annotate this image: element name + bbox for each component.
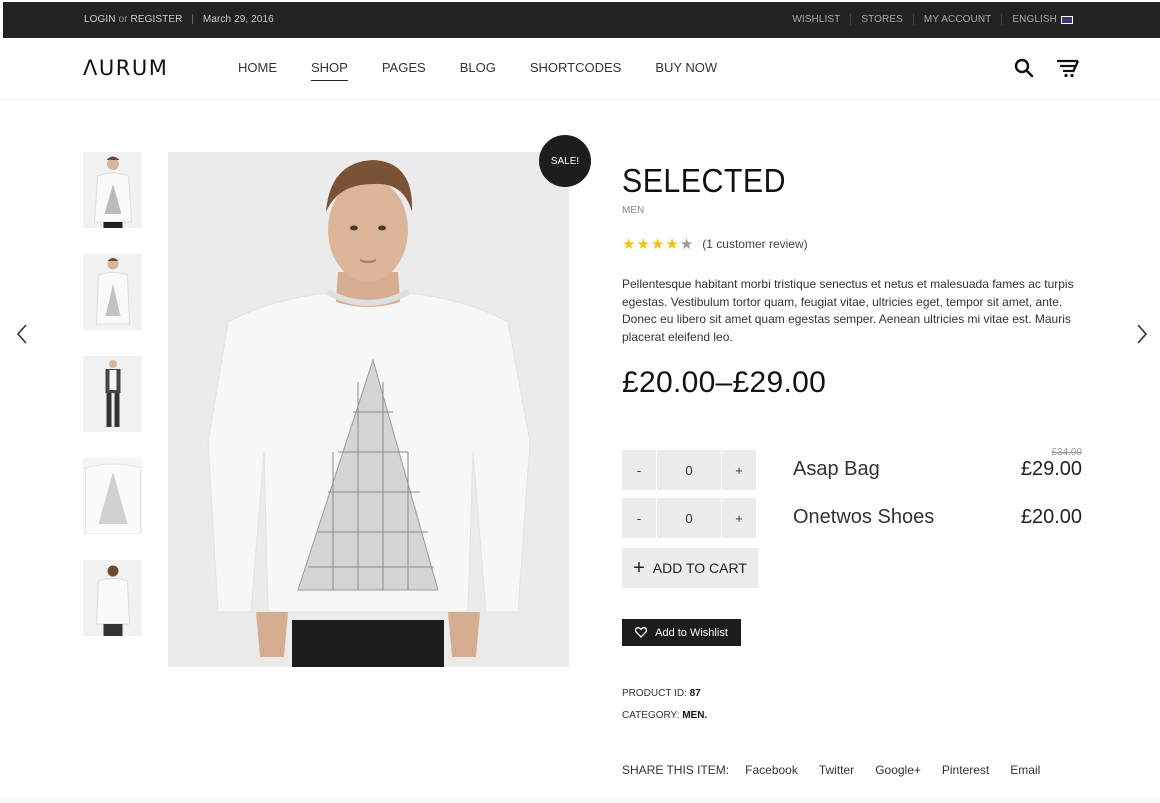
- previous-product-arrow-icon[interactable]: [14, 322, 30, 346]
- add-to-cart-label: ADD TO CART: [652, 560, 747, 576]
- add-to-cart-button[interactable]: + ADD TO CART: [622, 548, 758, 588]
- quantity-input[interactable]: 0: [656, 498, 722, 538]
- uk-flag-icon: [1061, 15, 1073, 24]
- top-bar: LOGIN or REGISTER | March 29, 2016 WISHL…: [3, 2, 1160, 38]
- star-filled-icon: ★: [665, 236, 680, 253]
- quantity-decrease-button[interactable]: -: [622, 498, 656, 538]
- product-id-row: PRODUCT ID: 87: [622, 683, 707, 705]
- product-id-value: 87: [689, 688, 701, 699]
- register-link[interactable]: REGISTER: [131, 14, 183, 25]
- quantity-stepper: - 0 +: [622, 498, 756, 538]
- review-count-link[interactable]: (1 customer review): [702, 237, 807, 251]
- nav-home[interactable]: HOME: [238, 60, 277, 75]
- main-product-image[interactable]: [168, 152, 569, 667]
- nav-shop[interactable]: SHOP: [311, 60, 348, 81]
- page-bottom-fade: [0, 797, 1160, 803]
- product-thumbnail[interactable]: [83, 560, 142, 636]
- site-header: ΛURUM HOME SHOP PAGES BLOG SHORTCODES BU…: [0, 38, 1160, 100]
- nav-blog[interactable]: BLOG: [460, 60, 496, 75]
- star-filled-icon: ★: [622, 236, 637, 253]
- sale-badge: SALE!: [539, 135, 591, 187]
- share-bar: SHARE THIS ITEM: Facebook Twitter Google…: [622, 763, 1061, 777]
- wishlist-link[interactable]: WISHLIST: [782, 14, 850, 25]
- product-meta: PRODUCT ID: 87 CATEGORY: MEN.: [622, 683, 707, 727]
- cart-icon[interactable]: [1056, 58, 1080, 78]
- thumbnail-list: [83, 152, 142, 662]
- quantity-increase-button[interactable]: +: [722, 498, 756, 538]
- nav-pages[interactable]: PAGES: [382, 60, 426, 75]
- current-price: £29.00: [1020, 458, 1082, 480]
- product-description: Pellentesque habitant morbi tristique se…: [622, 277, 1074, 344]
- login-link[interactable]: LOGIN: [84, 14, 116, 25]
- top-bar-left: LOGIN or REGISTER | March 29, 2016: [84, 14, 274, 25]
- nav-shortcodes[interactable]: SHORTCODES: [530, 60, 622, 75]
- add-to-wishlist-button[interactable]: Add to Wishlist: [622, 619, 741, 646]
- thumbnail-image: [83, 560, 142, 636]
- model-photo: [168, 152, 569, 667]
- category-link[interactable]: MEN.: [682, 710, 707, 721]
- grouped-product-row: - 0 + Onetwos Shoes £20.00: [622, 498, 1082, 538]
- share-facebook-link[interactable]: Facebook: [745, 763, 798, 777]
- current-date: March 29, 2016: [202, 14, 274, 25]
- thumbnail-image: [83, 152, 142, 228]
- star-empty-icon: ★: [679, 236, 695, 253]
- rating-stars: ★★★★★: [622, 235, 694, 253]
- main-nav: HOME SHOP PAGES BLOG SHORTCODES BUY NOW: [238, 60, 751, 81]
- search-icon[interactable]: [1014, 58, 1034, 78]
- share-googleplus-link[interactable]: Google+: [875, 763, 921, 777]
- site-logo[interactable]: ΛURUM: [83, 56, 168, 80]
- share-pinterest-link[interactable]: Pinterest: [942, 763, 989, 777]
- nav-buy-now[interactable]: BUY NOW: [655, 60, 717, 75]
- top-bar-links: WISHLIST STORES MY ACCOUNT ENGLISH: [782, 14, 1083, 25]
- quantity-increase-button[interactable]: +: [722, 450, 756, 490]
- thumbnail-image: [83, 458, 142, 534]
- my-account-link[interactable]: MY ACCOUNT: [912, 14, 1002, 25]
- price-range: £20.00–£29.00: [622, 366, 827, 399]
- stores-link[interactable]: STORES: [850, 14, 913, 25]
- grouped-product-name[interactable]: Onetwos Shoes: [793, 506, 934, 529]
- share-twitter-link[interactable]: Twitter: [819, 763, 854, 777]
- product-thumbnail[interactable]: [83, 254, 142, 330]
- product-thumbnail[interactable]: [83, 356, 142, 432]
- product-title: SELECTED: [622, 162, 786, 199]
- product-category-tag[interactable]: MEN: [622, 205, 644, 216]
- thumbnail-image: [83, 254, 142, 330]
- product-thumbnail[interactable]: [83, 152, 142, 228]
- category-label: CATEGORY:: [622, 710, 680, 721]
- header-icons: [1014, 58, 1080, 78]
- language-selector[interactable]: ENGLISH: [1001, 14, 1083, 25]
- star-filled-icon: ★: [636, 236, 651, 253]
- grouped-product-price: £20.00: [1021, 506, 1082, 529]
- plus-icon: +: [633, 557, 645, 579]
- wishlist-label: Add to Wishlist: [655, 626, 728, 639]
- grouped-product-price: £34.00 £29.00: [1021, 447, 1082, 481]
- quantity-decrease-button[interactable]: -: [622, 450, 656, 490]
- separator: |: [191, 14, 195, 25]
- current-price: £20.00: [1020, 506, 1082, 528]
- old-price: £34.00: [1051, 447, 1082, 458]
- language-label: ENGLISH: [1012, 14, 1057, 25]
- product-thumbnail[interactable]: [83, 458, 142, 534]
- next-product-arrow-icon[interactable]: [1134, 322, 1150, 346]
- grouped-product-row: - 0 + Asap Bag £34.00 £29.00: [622, 447, 1082, 490]
- grouped-product-name[interactable]: Asap Bag: [793, 458, 880, 481]
- quantity-input[interactable]: 0: [656, 450, 722, 490]
- or-text: or: [118, 14, 128, 25]
- thumbnail-image: [83, 356, 142, 432]
- product-rating: ★★★★★ (1 customer review): [622, 235, 808, 253]
- share-email-link[interactable]: Email: [1010, 763, 1040, 777]
- product-id-label: PRODUCT ID:: [622, 688, 687, 699]
- heart-icon: [635, 627, 648, 638]
- category-row: CATEGORY: MEN.: [622, 705, 707, 727]
- share-label: SHARE THIS ITEM:: [622, 763, 730, 777]
- quantity-stepper: - 0 +: [622, 450, 756, 490]
- star-filled-icon: ★: [650, 236, 666, 253]
